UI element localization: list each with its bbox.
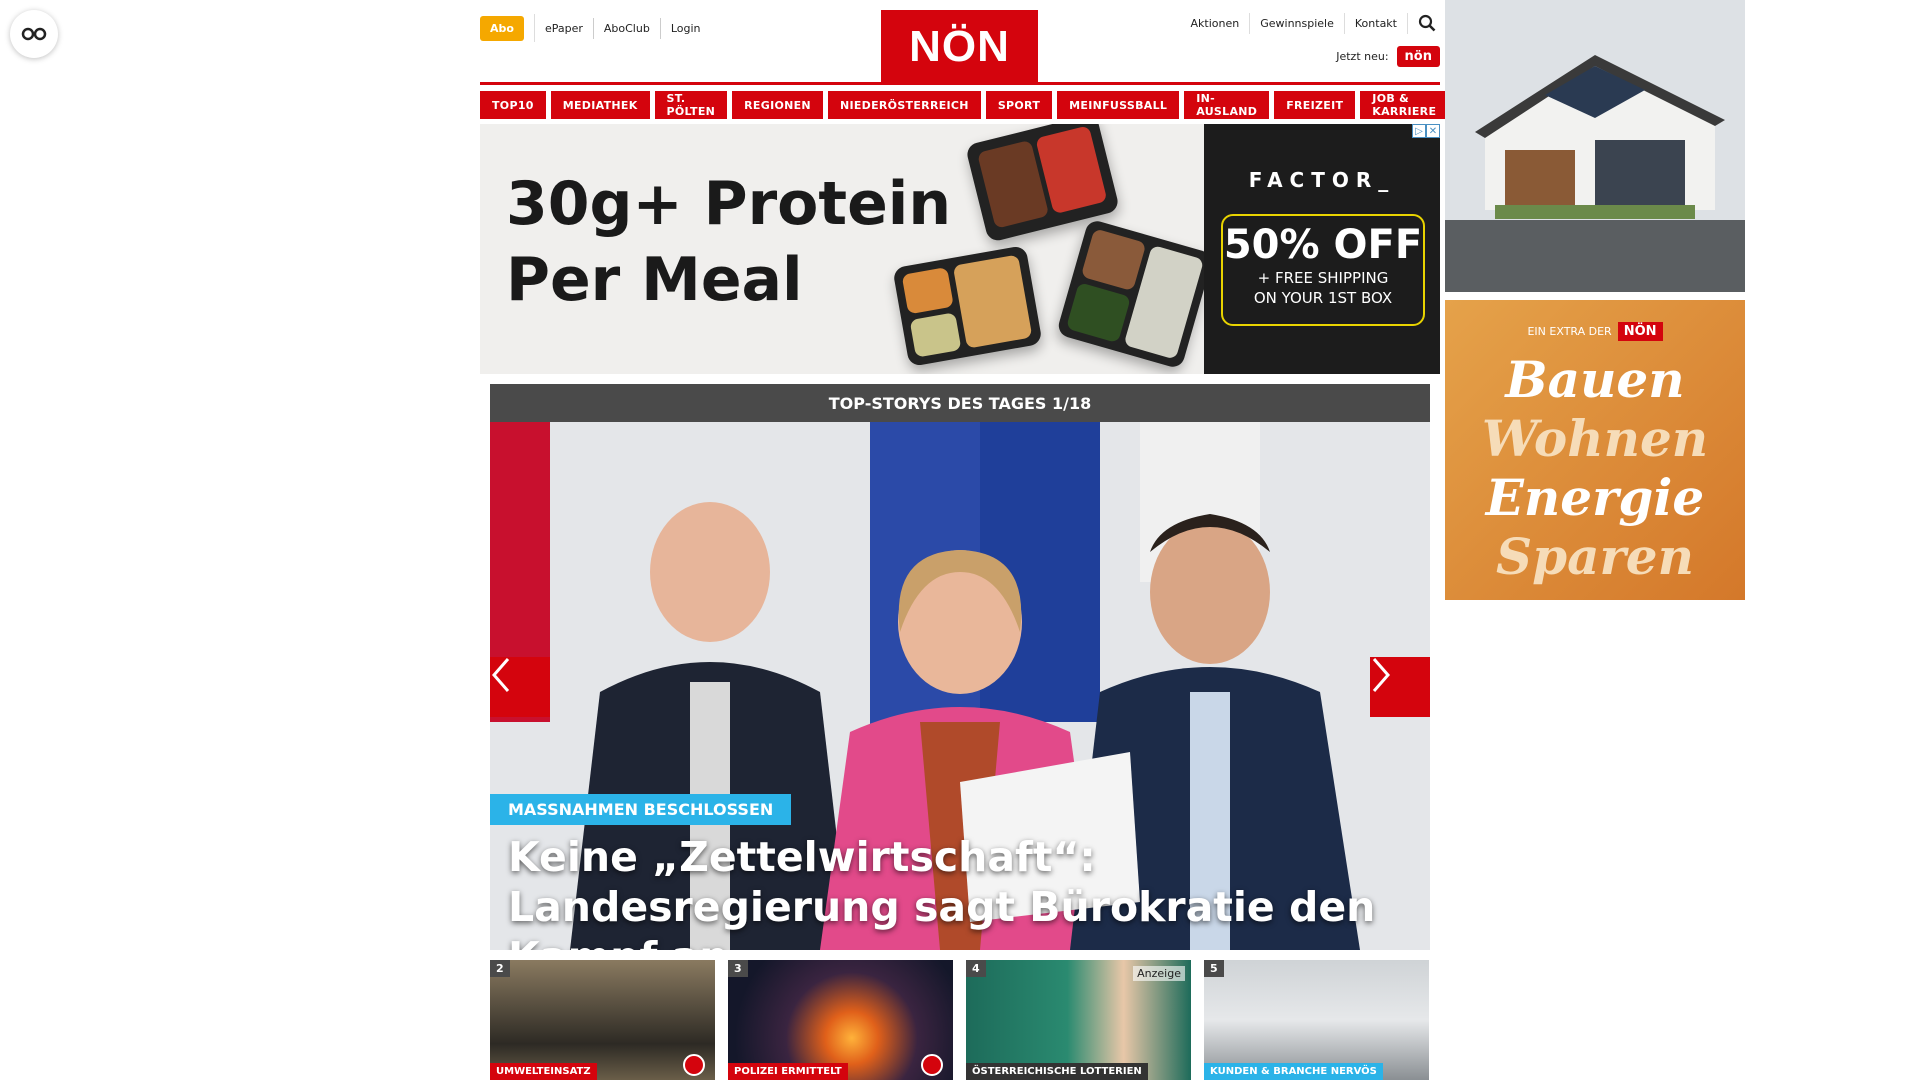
story-thumbnails: 2 UMWELTEINSATZ 3 POLIZEI ERMITTELT 4 An… [490,960,1430,1080]
nav-item-mediathek[interactable]: MEDIATHEK [550,91,650,119]
nav-item-st-poelten[interactable]: ST. PÖLTEN [654,91,728,119]
thumbnail-number: 4 [966,960,986,977]
kontakt-link[interactable]: Kontakt [1345,12,1408,34]
nav-item-top10[interactable]: TOP10 [480,91,546,119]
offer-box: 50% OFF + FREE SHIPPING ON YOUR 1ST BOX [1221,214,1425,326]
extra-text: EIN EXTRA DER [1527,325,1612,338]
login-link[interactable]: Login [661,18,711,39]
reader-mode-button[interactable] [10,10,58,58]
story-title[interactable]: Keine „Zettelwirtschaft“: Landesregierun… [508,832,1410,950]
word-sparen: Sparen [1496,527,1694,586]
nav-item-meinfussball[interactable]: MEINFUSSBALL [1057,91,1180,119]
thumbnail-tag: POLIZEI ERMITTELT [728,1063,848,1080]
aktionen-link[interactable]: Aktionen [1181,12,1251,34]
sidebar-ads: EIN EXTRA DER NÖN Bauen Wohnen Energie S… [1445,0,1745,600]
bauen-wohnen-ad[interactable]: EIN EXTRA DER NÖN Bauen Wohnen Energie S… [1445,300,1745,600]
nav-item-freizeit[interactable]: FREIZEIT [1274,91,1356,119]
abo-button[interactable]: Abo [480,15,524,41]
noen-mini-logo: NÖN [1617,322,1663,341]
gewinnspiele-link[interactable]: Gewinnspiele [1250,12,1345,34]
top-stories-header: TOP-STORYS DES TAGES 1/18 [490,384,1430,422]
house-image [1445,0,1745,292]
epaper-link[interactable]: ePaper [535,17,594,39]
nav-item-regionen[interactable]: REGIONEN [732,91,823,119]
page-container: Abo ePaper AboClub Login NÖN Aktionen Ge… [480,0,1449,1080]
thumbnail-number: 5 [1204,960,1224,977]
thumbnail-number: 2 [490,960,510,977]
photo-credit [1445,292,1745,300]
factor-logo: FACTOR_ [1248,168,1396,192]
story-thumbnail[interactable]: 5 KUNDEN & BRANCHE NERVÖS [1204,960,1429,1080]
ad-headline: 30g+ Protein Per Meal [506,169,952,315]
kleine-noen-badge[interactable]: nön [1396,46,1440,67]
extra-label: EIN EXTRA DER NÖN [1445,322,1745,341]
meal-image [1055,218,1215,370]
nav-item-job-karriere[interactable]: JOB & KARRIERE [1360,91,1449,119]
header-divider [480,82,1440,85]
word-bauen: Bauen [1505,350,1685,409]
story-thumbnail[interactable]: 4 Anzeige ÖSTERREICHISCHE LOTTERIEN [966,960,1191,1080]
aboclub-link[interactable]: AboClub [594,17,661,39]
main-nav: TOP10 MEDIATHEK ST. PÖLTEN REGIONEN NIED… [480,91,1449,119]
story-thumbnail[interactable]: 2 UMWELTEINSATZ [490,960,715,1080]
thumbnail-tag: KUNDEN & BRANCHE NERVÖS [1204,1063,1383,1080]
jetzt-neu-label: Jetzt neu: [1336,50,1389,63]
nav-item-sport[interactable]: SPORT [985,91,1053,119]
offer-main: 50% OFF [1223,222,1423,268]
noen-logo[interactable]: NÖN [881,10,1038,83]
chevron-right-icon [1372,658,1390,692]
top-story-hero[interactable]: MASSNAHMEN BESCHLOSSEN Keine „Zettelwirt… [490,422,1430,950]
glasses-icon [21,27,47,41]
close-icon[interactable]: ✕ [1426,124,1440,138]
search-button[interactable] [1414,10,1440,36]
thumbnail-tag: ÖSTERREICHISCHE LOTTERIEN [966,1063,1148,1080]
house-ad[interactable] [1445,0,1745,292]
carousel-prev-button[interactable] [490,657,550,717]
anzeige-label: Anzeige [1133,966,1185,981]
top-left-links: Abo ePaper AboClub Login [480,14,711,42]
search-icon [1418,14,1436,32]
ad-offer-panel: FACTOR_ 50% OFF + FREE SHIPPING ON YOUR … [1204,124,1440,374]
top-right-links: Aktionen Gewinnspiele Kontakt [1181,10,1440,36]
thumbnail-tag: UMWELTEINSATZ [490,1063,597,1080]
carousel-next-button[interactable] [1370,657,1430,717]
thumbnail-number: 3 [728,960,748,977]
story-kicker: MASSNAHMEN BESCHLOSSEN [490,794,792,825]
offer-sub: + FREE SHIPPING ON YOUR 1ST BOX [1253,269,1393,307]
adchoices-icon[interactable]: ▷ [1412,124,1426,138]
ad-choices[interactable]: ▷ ✕ [1412,124,1440,138]
video-icon [683,1054,705,1076]
word-energie: Energie [1485,468,1705,527]
site-header: Abo ePaper AboClub Login NÖN Aktionen Ge… [480,0,1440,86]
word-wohnen: Wohnen [1481,409,1709,468]
ad-words: Bauen Wohnen Energie Sparen [1445,350,1745,586]
chevron-left-icon [492,658,510,692]
nav-item-in-ausland[interactable]: IN-AUSLAND [1184,91,1270,119]
jetzt-neu: Jetzt neu: nön [1336,46,1440,67]
factor-ad-banner[interactable]: 30g+ Protein Per Meal FACTOR_ 50% OFF + … [480,124,1440,374]
story-thumbnail[interactable]: 3 POLIZEI ERMITTELT [728,960,953,1080]
camera-icon [921,1054,943,1076]
nav-item-niederoesterreich[interactable]: NIEDERÖSTERREICH [827,91,981,119]
